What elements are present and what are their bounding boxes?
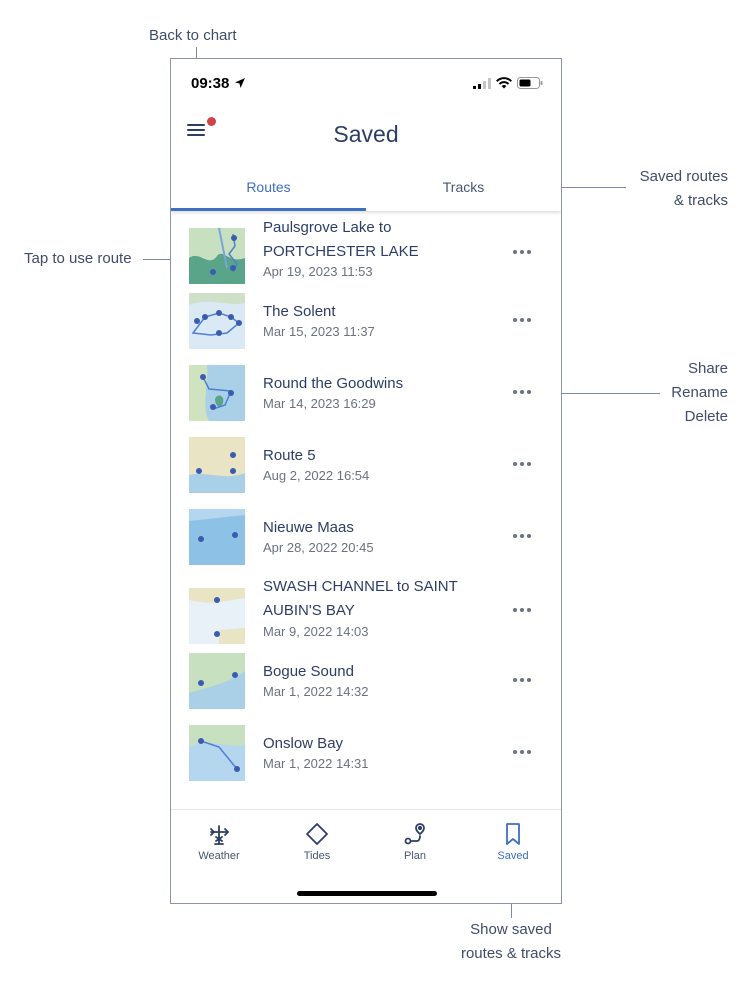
tabbar-label: Saved: [497, 850, 529, 862]
route-thumbnail: [189, 293, 245, 349]
map-thumbnail-image: [189, 653, 245, 709]
route-row-the-solent[interactable]: The Solent Mar 15, 2023 11:37: [171, 289, 561, 355]
route-row-route-5[interactable]: Route 5 Aug 2, 2022 16:54: [171, 433, 561, 499]
route-row-nieuwe-maas[interactable]: Nieuwe Maas Apr 28, 2022 20:45: [171, 505, 561, 571]
route-row-round-the-goodwins[interactable]: Round the Goodwins Mar 14, 2023 16:29: [171, 361, 561, 427]
status-icons: [473, 77, 543, 89]
map-thumbnail-image: [189, 293, 245, 349]
annotation-saved-routes: Saved routes & tracks: [620, 165, 728, 213]
annotation-show-saved: Show saved routes & tracks: [446, 918, 576, 966]
route-thumbnail: [189, 725, 245, 781]
route-row-bogue-sound[interactable]: Bogue Sound Mar 1, 2022 14:32: [171, 649, 561, 715]
wifi-icon: [496, 77, 512, 89]
map-thumbnail-image: [189, 509, 245, 565]
more-options-button[interactable]: [511, 745, 533, 759]
route-thumbnail: [189, 437, 245, 493]
route-thumbnail: [189, 228, 245, 284]
route-date: Aug 2, 2022 16:54: [263, 468, 370, 483]
annotation-delete: Delete: [684, 408, 728, 425]
route-date: Apr 19, 2023 11:53: [263, 264, 373, 279]
route-thumbnail: [189, 588, 245, 644]
tab-routes[interactable]: Routes: [171, 169, 366, 211]
route-name: SWASH CHANNEL to SAINT AUBIN'S BAY: [263, 578, 458, 619]
route-date: Mar 1, 2022 14:32: [263, 684, 369, 699]
phone-screen: 09:38 Saved Routes Tracks Paulsgrove Lak…: [170, 58, 562, 904]
more-options-button[interactable]: [511, 385, 533, 399]
cellular-signal-icon: [473, 77, 491, 89]
weather-vane-icon: [171, 820, 267, 848]
route-row-swash-channel[interactable]: SWASH CHANNEL to SAINT AUBIN'S BAY Mar 9…: [171, 577, 561, 644]
segment-tabs: Routes Tracks: [171, 169, 561, 211]
map-thumbnail-image: [189, 725, 245, 781]
route-name: Bogue Sound: [263, 663, 354, 680]
status-time: 09:38: [191, 75, 246, 92]
annotation-saved-routes-line1: Saved routes: [639, 168, 728, 185]
tabbar-item-tides[interactable]: Tides: [269, 820, 365, 862]
more-options-button[interactable]: [511, 457, 533, 471]
route-thumbnail: [189, 509, 245, 565]
tabbar-item-saved[interactable]: Saved: [465, 820, 561, 862]
map-thumbnail-image: [189, 588, 245, 644]
map-thumbnail-image: [189, 437, 245, 493]
diamond-icon: [269, 820, 365, 848]
route-name: Route 5: [263, 447, 316, 464]
tabbar-label: Tides: [303, 850, 331, 862]
map-thumbnail-image: [189, 365, 245, 421]
tabbar-item-weather[interactable]: Weather: [171, 820, 267, 862]
annotation-tap-to-use: Tap to use route: [24, 250, 132, 267]
route-row-onslow-bay[interactable]: Onslow Bay Mar 1, 2022 14:31: [171, 721, 561, 787]
route-date: Mar 15, 2023 11:37: [263, 324, 375, 339]
status-time-text: 09:38: [191, 75, 230, 92]
more-options-button[interactable]: [511, 603, 533, 617]
route-name: Nieuwe Maas: [263, 519, 354, 536]
route-name: The Solent: [263, 303, 336, 320]
home-indicator: [297, 891, 437, 896]
tabbar-label: Plan: [403, 850, 427, 862]
annotation-share: Share: [687, 360, 728, 377]
tabbar-label: Weather: [198, 850, 240, 862]
status-bar: 09:38: [171, 59, 561, 109]
page-title: Saved: [333, 121, 399, 147]
tab-tracks[interactable]: Tracks: [366, 169, 561, 211]
annotation-show-saved-line2: routes & tracks: [460, 945, 562, 962]
annotation-back-to-chart: Back to chart: [149, 27, 237, 44]
route-date: Mar 1, 2022 14:31: [263, 756, 369, 771]
route-date: Mar 9, 2022 14:03: [263, 624, 369, 639]
route-name: Round the Goodwins: [263, 375, 404, 392]
route-name: Onslow Bay: [263, 735, 344, 752]
annotation-show-saved-line1: Show saved: [470, 921, 552, 938]
route-thumbnail: [189, 365, 245, 421]
bottom-tab-bar: Weather Tides Plan Saved: [171, 809, 561, 903]
battery-icon: [517, 77, 543, 89]
more-options-button[interactable]: [511, 313, 533, 327]
more-options-button[interactable]: [511, 245, 533, 259]
route-date: Apr 28, 2022 20:45: [263, 540, 374, 555]
tabbar-item-plan[interactable]: Plan: [367, 820, 463, 862]
more-options-button[interactable]: [511, 529, 533, 543]
route-date: Mar 14, 2023 16:29: [263, 396, 376, 411]
map-thumbnail-image: [189, 228, 245, 284]
location-arrow-icon: [234, 78, 245, 88]
route-plan-icon: [367, 820, 463, 848]
route-name: Paulsgrove Lake to PORTCHESTER LAKE: [263, 219, 419, 260]
more-options-button[interactable]: [511, 673, 533, 687]
route-thumbnail: [189, 653, 245, 709]
bookmark-icon: [465, 820, 561, 848]
annotation-saved-routes-line2: & tracks: [673, 192, 728, 209]
route-row-paulsgrove[interactable]: Paulsgrove Lake to PORTCHESTER LAKE Apr …: [171, 219, 561, 285]
